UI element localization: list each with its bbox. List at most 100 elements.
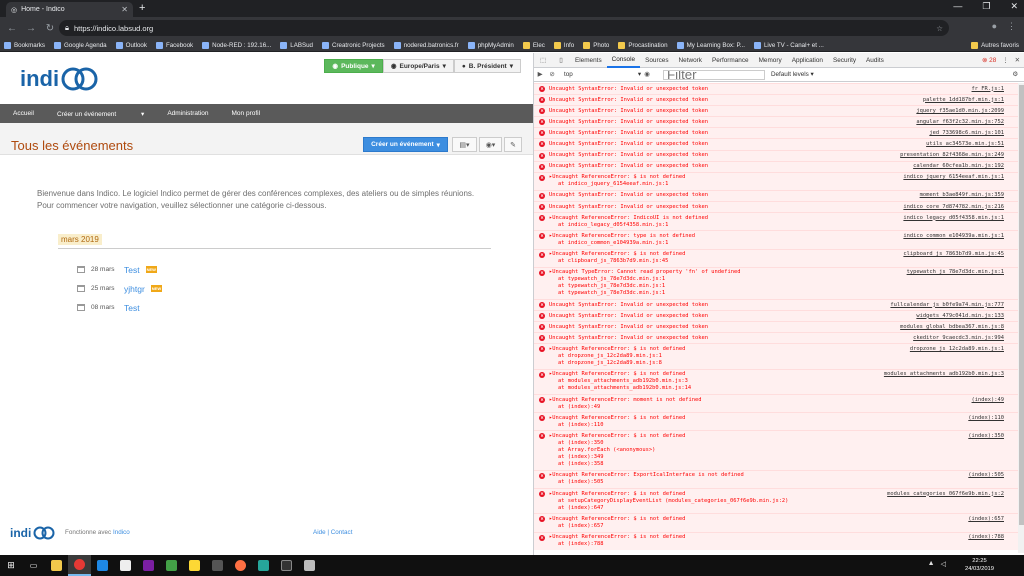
eye-icon[interactable]: ◉▾ — [479, 137, 502, 152]
edit-icon[interactable]: ✎ — [504, 137, 522, 152]
bookmark-item[interactable]: Facebook — [155, 41, 193, 49]
bookmark-item[interactable]: Node-RED : 192.16... — [202, 41, 271, 49]
stack-trace-line[interactable]: at indico_common_e104939a.min.js:1 — [549, 240, 1012, 247]
error-source-link[interactable]: palette_1dd187bf.min.js:1 — [923, 97, 1004, 104]
sidebar-toggle-icon[interactable]: ▶ — [534, 71, 546, 78]
error-count-badge[interactable]: ⊗ 28 — [982, 56, 996, 64]
calendar-view-icon[interactable]: ▤▾ — [452, 137, 477, 152]
error-source-link[interactable]: (index):505 — [968, 472, 1004, 479]
bookmark-item[interactable]: nodered.batronics.fr — [393, 41, 459, 49]
tab-close-icon[interactable]: ✕ — [121, 5, 128, 14]
bookmark-item[interactable]: LABSud — [280, 41, 313, 49]
volume-icon[interactable]: ◁ — [941, 560, 946, 568]
error-source-link[interactable]: typewatch_js_78e7d3dc.min.js:1 — [907, 269, 1004, 276]
indico-logo[interactable]: indi — [20, 64, 100, 94]
timezone-dropdown[interactable]: ◉ Europe/Paris ▾ — [382, 59, 454, 73]
tab-application[interactable]: Application — [787, 53, 828, 68]
bookmark-item[interactable]: My Learning Box: P... — [676, 41, 745, 49]
windows-start-icon[interactable]: ⊞ — [0, 560, 22, 571]
bookmark-item[interactable]: phpMyAdmin — [467, 41, 514, 49]
back-icon[interactable]: ← — [5, 23, 19, 34]
avatar[interactable]: ● — [992, 21, 997, 32]
stack-trace-line[interactable]: at dropzone_js_12c2da89.min.js:8 — [549, 360, 1012, 367]
bookmark-item[interactable]: Google Agenda — [53, 41, 107, 49]
bookmark-item[interactable]: Bookmarks — [4, 41, 45, 49]
help-contact-links[interactable]: Aide | Contact — [313, 529, 352, 536]
explorer-icon[interactable] — [45, 555, 68, 576]
stack-trace-line[interactable]: at (index):110 — [549, 422, 1012, 429]
user-dropdown[interactable]: ● B. Président ▾ — [453, 59, 521, 73]
nav-administration[interactable]: Administration — [167, 110, 208, 117]
error-source-link[interactable]: modules_global_bdbea367.min.js:8 — [900, 324, 1004, 331]
tool-icon[interactable] — [206, 555, 229, 576]
task-view-icon[interactable]: ▭ — [22, 555, 45, 576]
stack-trace-line[interactable]: at typewatch_js_78e7d3dc.min.js:1 — [549, 276, 1012, 283]
minimize-icon[interactable]: — — [953, 1, 962, 12]
stack-trace-line[interactable]: at indico_legacy_d05f4358.min.js:1 — [549, 222, 1012, 229]
clock[interactable]: 22:25 24/03/2019 — [965, 557, 994, 573]
levels-dropdown[interactable]: Default levels ▾ — [771, 71, 814, 78]
event-link[interactable]: Test — [124, 303, 140, 313]
inspect-icon[interactable]: ⬚ — [534, 56, 552, 64]
eye-icon[interactable]: ◉ — [641, 71, 653, 78]
devtools-menu-icon[interactable]: ⋮ — [1002, 56, 1008, 64]
app-icon[interactable] — [252, 555, 275, 576]
error-source-link[interactable]: presentation_82f4368e.min.js:249 — [900, 152, 1004, 159]
clear-console-icon[interactable]: ⊘ — [546, 71, 558, 78]
error-source-link[interactable]: (index):49 — [972, 397, 1004, 404]
tab-memory[interactable]: Memory — [754, 53, 787, 68]
stack-trace-line[interactable]: at (index):349 — [549, 454, 1012, 461]
error-source-link[interactable]: widgets_479c041d.min.js:133 — [916, 313, 1004, 320]
bookmark-star-icon[interactable]: ☆ — [936, 24, 943, 33]
error-source-link[interactable]: calendar_60cfea1b.min.js:192 — [913, 163, 1004, 170]
footer-indico-logo[interactable]: indi — [10, 524, 55, 542]
bookmark-folder[interactable]: Photo — [583, 41, 609, 49]
error-source-link[interactable]: (index):788 — [968, 534, 1004, 541]
error-source-link[interactable]: angular_f63f2c32.min.js:752 — [916, 119, 1004, 126]
error-source-link[interactable]: fr_FR.js:1 — [972, 86, 1004, 93]
nav-profile[interactable]: Mon profil — [232, 110, 261, 117]
error-source-link[interactable]: dropzone_js_12c2da89.min.js:1 — [910, 346, 1004, 353]
context-selector[interactable]: top ▾ — [564, 71, 641, 78]
bookmark-folder[interactable]: Elec — [522, 41, 545, 49]
menu-icon[interactable]: ⋮ — [1007, 21, 1016, 32]
event-link[interactable]: yjhtgr — [124, 284, 145, 294]
event-link[interactable]: Test — [124, 265, 140, 275]
devtools-close-icon[interactable]: ✕ — [1015, 56, 1020, 64]
stack-trace-line[interactable]: at clipboard_js_7863b7d9.min.js:45 — [549, 258, 1012, 265]
network-icon[interactable]: ▲ — [928, 560, 935, 568]
indico-link[interactable]: Indico — [113, 529, 130, 536]
create-event-button[interactable]: Créer un événement ▾ — [363, 137, 448, 152]
settings-app-icon[interactable] — [91, 555, 114, 576]
filter-input[interactable] — [663, 69, 765, 80]
stack-trace-line[interactable]: at (index):657 — [549, 523, 1012, 530]
stack-trace-line[interactable]: at (index):350 — [549, 440, 1012, 447]
nav-home[interactable]: Accueil — [13, 110, 34, 117]
tab-network[interactable]: Network — [674, 53, 707, 68]
error-source-link[interactable]: indico_jquery_6154eeaf.min.js:1 — [903, 174, 1004, 181]
tab-security[interactable]: Security — [828, 53, 861, 68]
bookmark-folder[interactable]: Procastination — [618, 41, 668, 49]
new-tab-button[interactable]: + — [139, 2, 145, 14]
error-source-link[interactable]: indico_legacy_d05f4358.min.js:1 — [903, 215, 1004, 222]
console-scrollbar[interactable] — [1018, 83, 1024, 553]
tab-console[interactable]: Console — [606, 53, 641, 68]
error-source-link[interactable]: moment_b3ae849f.min.js:359 — [920, 192, 1004, 199]
bookmark-item[interactable]: Creatronic Projects — [322, 41, 385, 49]
stack-trace-line[interactable]: at (index):788 — [549, 541, 1012, 548]
chrome-icon[interactable] — [68, 555, 91, 576]
terminal-icon[interactable] — [275, 555, 298, 576]
address-bar[interactable]: 🔒︎ https://indico.labsud.org ☆ — [59, 20, 949, 36]
console-prompt[interactable]: › — [534, 550, 1018, 553]
stack-trace-line[interactable]: at modules_attachments_adb192b0.min.js:3 — [549, 378, 1012, 385]
close-window-icon[interactable]: ✕ — [1010, 1, 1018, 12]
device-icon[interactable]: ▯ — [552, 56, 570, 64]
tab-elements[interactable]: Elements — [570, 53, 607, 68]
bookmark-item[interactable]: Outlook — [115, 41, 147, 49]
stack-trace-line[interactable]: at (index):505 — [549, 479, 1012, 486]
stack-trace-line[interactable]: at modules_attachments_adb192b0.min.js:1… — [549, 385, 1012, 392]
other-bookmarks[interactable]: Autres favoris — [971, 41, 1019, 49]
nav-create-event[interactable]: Créer un événement ▾ — [57, 110, 144, 118]
stack-trace-line[interactable]: at Array.forEach (<anonymous>) — [549, 447, 1012, 454]
app-icon[interactable] — [298, 555, 321, 576]
